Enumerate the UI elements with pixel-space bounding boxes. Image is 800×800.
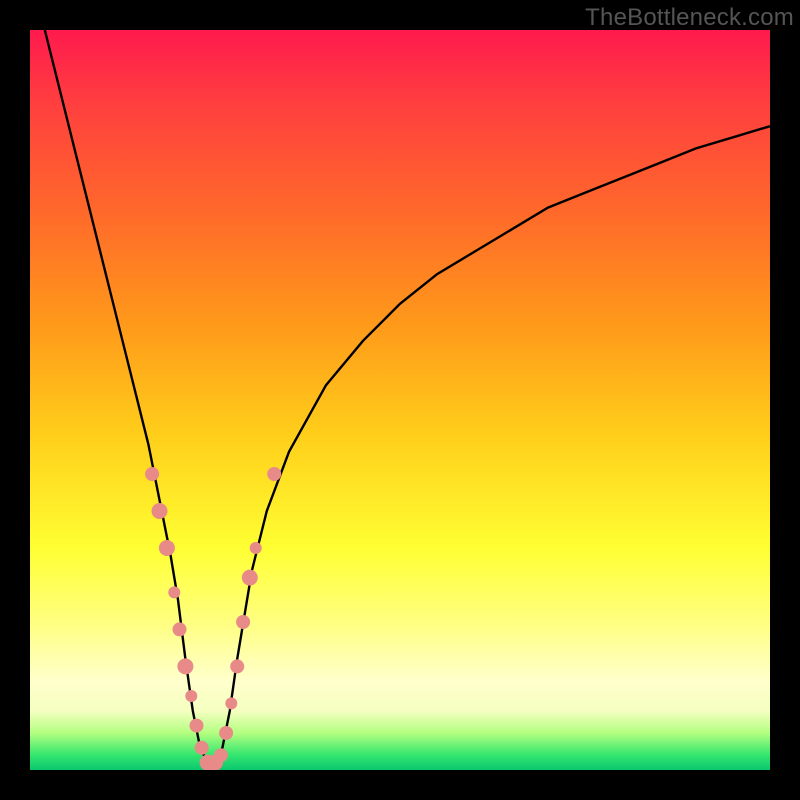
curve-marker [236,615,250,629]
watermark-text: TheBottleneck.com [585,4,794,32]
curve-marker [185,690,197,702]
curve-marker [168,586,180,598]
curve-marker [267,467,281,481]
curve-marker [145,467,159,481]
curve-marker [173,622,187,636]
curve-marker [214,748,228,762]
curve-marker [242,570,258,586]
curve-marker [159,540,175,556]
curve-svg [30,30,770,770]
curve-marker [190,719,204,733]
curve-marker [195,741,209,755]
curve-marker [225,697,237,709]
chart-frame: TheBottleneck.com [0,0,800,800]
marker-group [145,467,281,770]
bottleneck-curve [45,30,770,763]
curve-marker [219,726,233,740]
curve-marker [177,658,193,674]
curve-marker [152,503,168,519]
plot-area [30,30,770,770]
curve-marker [250,542,262,554]
curve-marker [230,659,244,673]
